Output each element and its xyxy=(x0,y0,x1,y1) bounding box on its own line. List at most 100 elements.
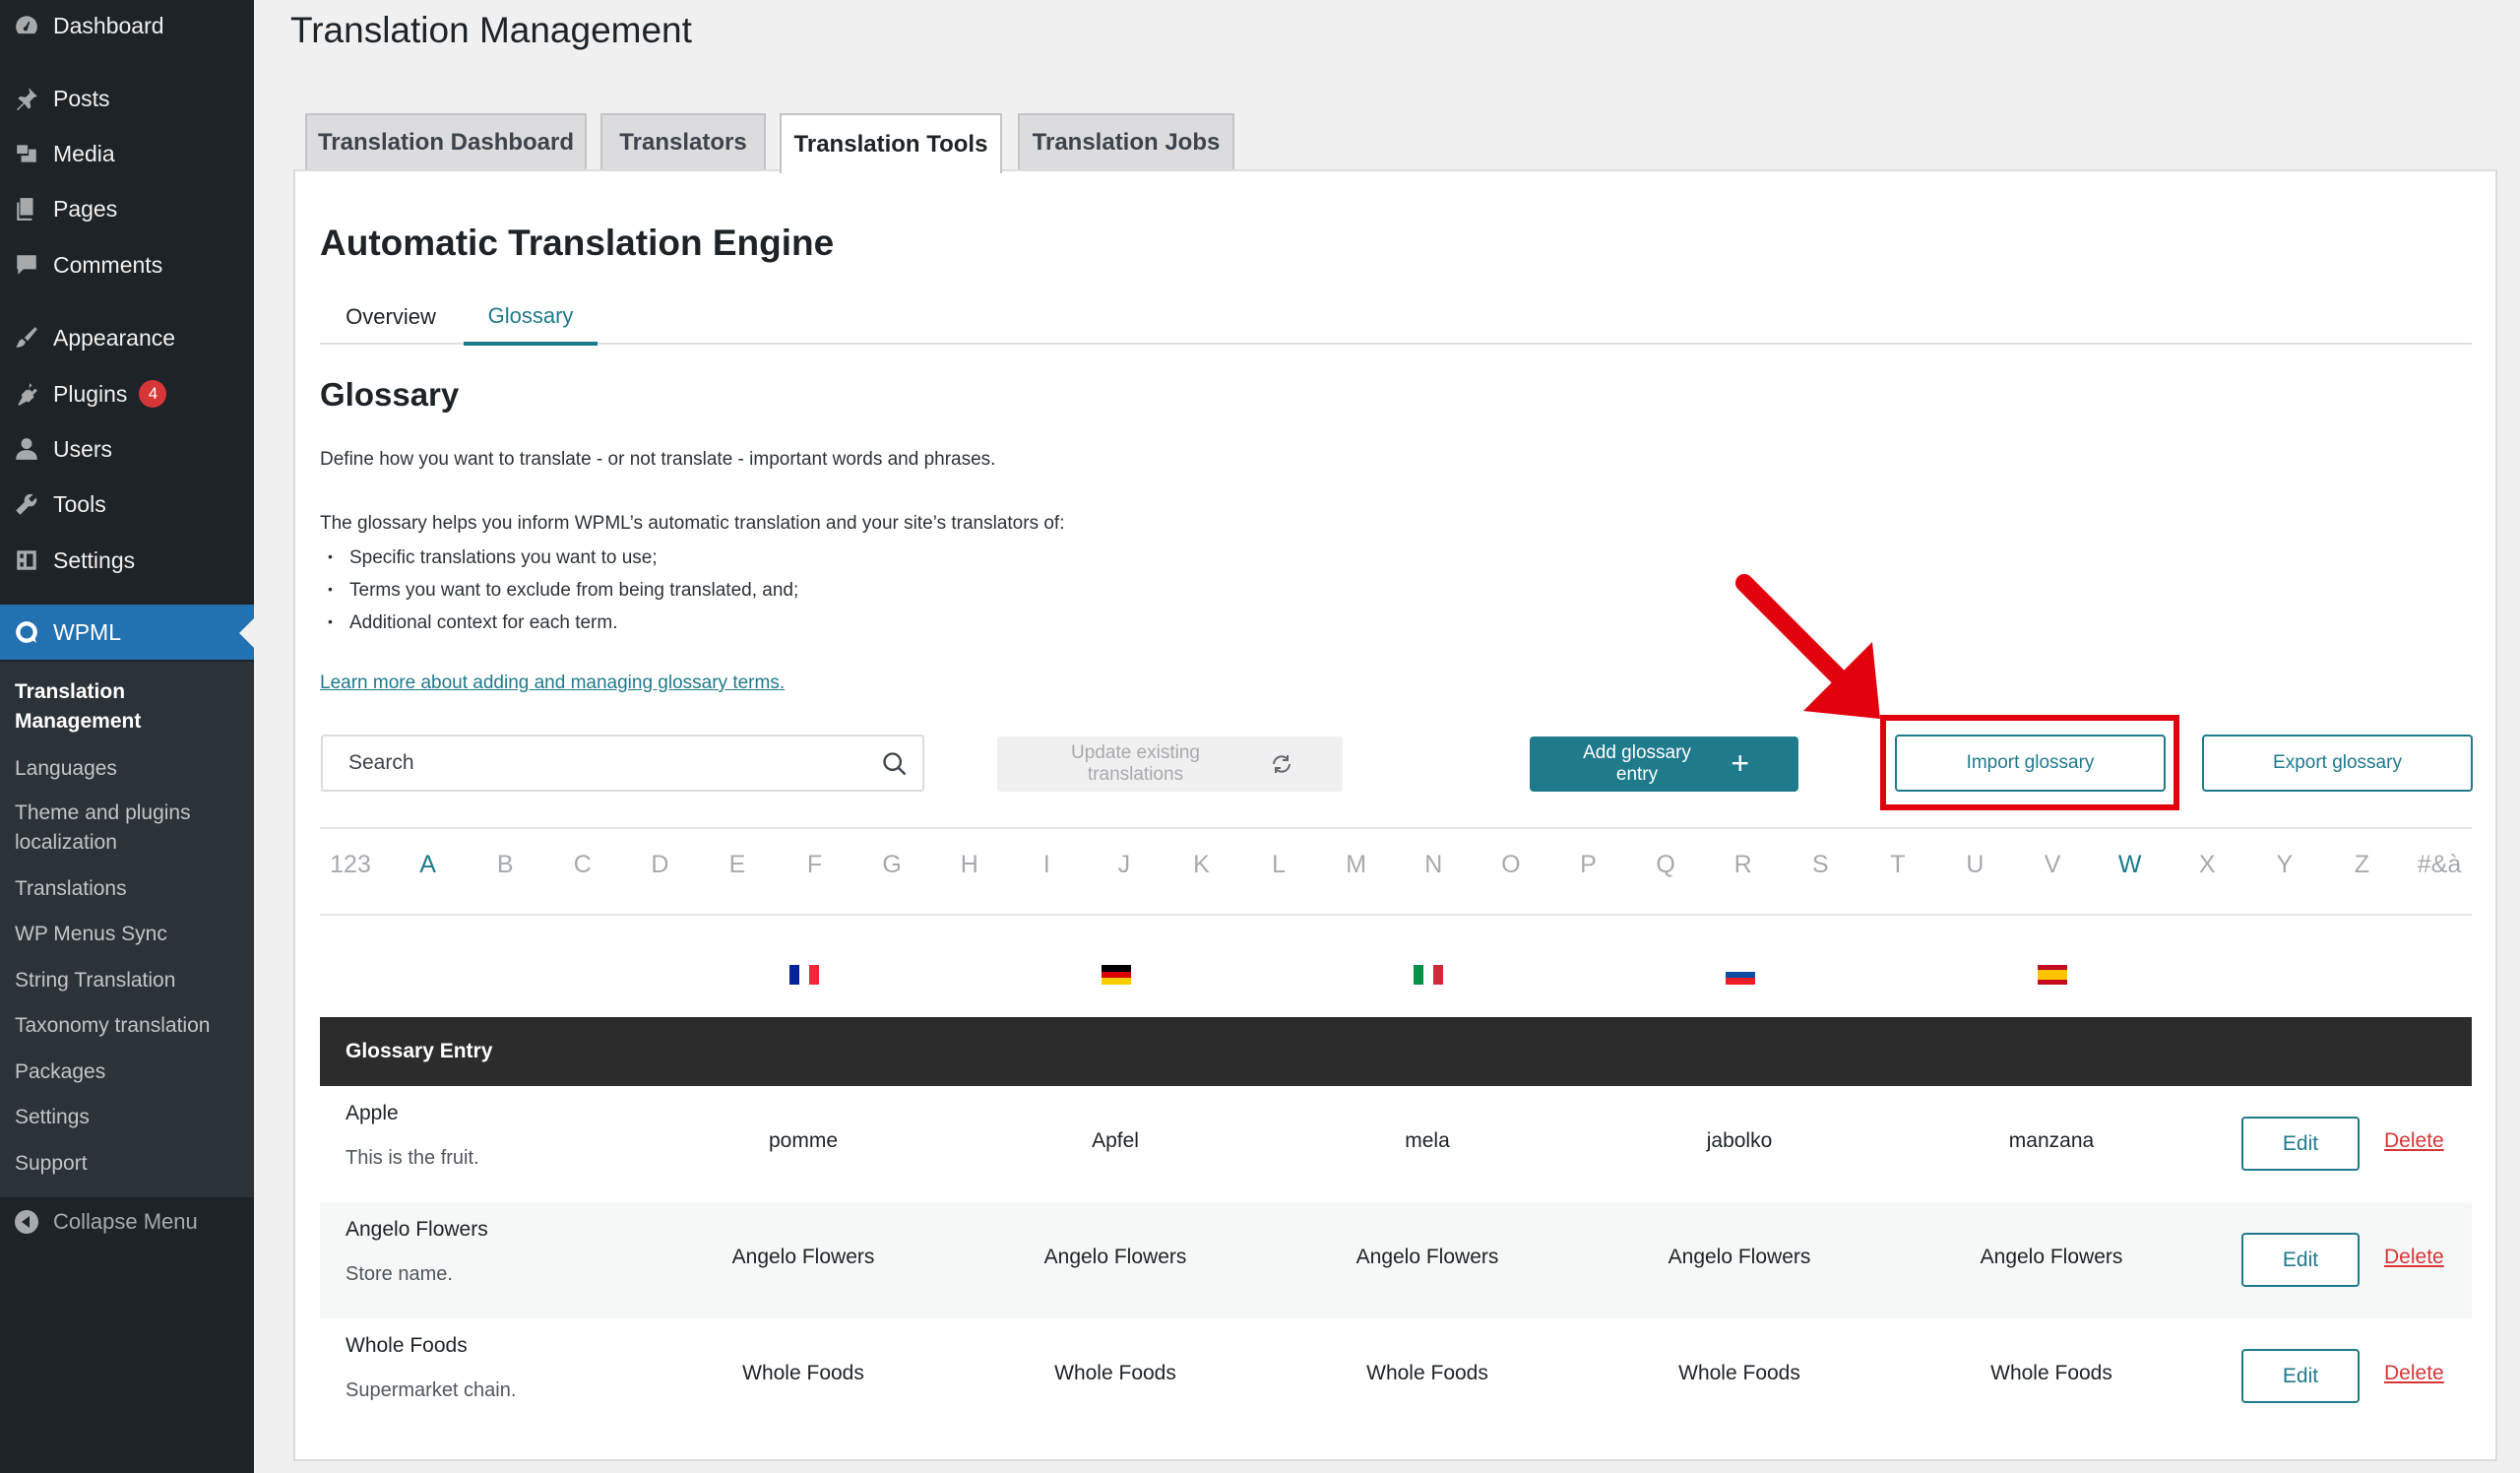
glossary-term: Angelo Flowers xyxy=(346,1218,488,1241)
submenu-wp-menus-sync[interactable]: WP Menus Sync xyxy=(15,920,246,949)
red-arrow-annotation xyxy=(1735,574,1880,719)
refresh-icon xyxy=(1273,755,1291,773)
menu-item-pages[interactable]: Pages xyxy=(0,185,254,232)
submenu-string-translation[interactable]: String Translation xyxy=(15,966,246,995)
menu-item-media[interactable]: Media xyxy=(0,130,254,177)
alphabet-letter-f[interactable]: F xyxy=(807,851,822,879)
update-label: Update existing translations xyxy=(1071,742,1200,785)
alphabet-letter-c[interactable]: C xyxy=(574,851,592,879)
tab-translation-jobs[interactable]: Translation Jobs xyxy=(1018,113,1234,170)
submenu-taxonomy-translation[interactable]: Taxonomy translation xyxy=(15,1011,246,1041)
brush-icon xyxy=(0,325,53,351)
slovak-flag xyxy=(1726,965,1755,986)
alphabet-letter-o[interactable]: O xyxy=(1501,851,1520,879)
collapse-label: Collapse Menu xyxy=(53,1209,198,1234)
search-input[interactable]: Search xyxy=(321,735,924,792)
alphabet-letter-t[interactable]: T xyxy=(1890,851,1905,879)
export-glossary-button[interactable]: Export glossary xyxy=(2202,735,2473,792)
delete-link[interactable]: Delete xyxy=(2384,1129,2444,1153)
wpml-submenu: Translation Management Languages Theme a… xyxy=(0,662,254,1197)
translation-cell: Whole Foods xyxy=(1054,1362,1176,1384)
alphabet-letter-v[interactable]: V xyxy=(2045,851,2061,879)
alphabet-letter-k[interactable]: K xyxy=(1193,851,1210,879)
menu-item-dashboard[interactable]: Dashboard xyxy=(0,2,254,49)
wpml-icon xyxy=(0,619,53,645)
subtab-glossary[interactable]: Glossary xyxy=(464,289,598,346)
menu-item-appearance[interactable]: Appearance xyxy=(0,314,254,361)
menu-item-comments[interactable]: Comments xyxy=(0,241,254,288)
alphabet-letter-e[interactable]: E xyxy=(729,851,746,879)
table-header: Glossary Entry xyxy=(320,1017,2472,1086)
pages-icon xyxy=(0,196,53,222)
alphabet-letter-g[interactable]: G xyxy=(882,851,901,879)
highlight-box-annotation xyxy=(1880,715,2179,810)
alphabet-letter-d[interactable]: D xyxy=(651,851,668,879)
translation-cell: manzana xyxy=(2008,1129,2095,1152)
tab-translators[interactable]: Translators xyxy=(600,113,766,170)
alphabet-letter-m[interactable]: M xyxy=(1346,851,1366,879)
alphabet-letter-p[interactable]: P xyxy=(1580,851,1597,879)
user-icon xyxy=(0,436,53,462)
translation-cell: Whole Foods xyxy=(1366,1362,1488,1384)
alphabet-letter-symbols[interactable]: #&à xyxy=(2418,851,2461,879)
alphabet-filter: 123 A B C D E F G H I J K L M N O P Q R S T U V W X Y Z #&à xyxy=(320,827,2472,916)
subtab-overview[interactable]: Overview xyxy=(320,289,462,345)
submenu-packages[interactable]: Packages xyxy=(15,1057,246,1087)
menu-item-wpml[interactable]: WPML xyxy=(0,605,254,660)
alphabet-letter-r[interactable]: R xyxy=(1734,851,1752,879)
alphabet-letter-j[interactable]: J xyxy=(1118,851,1131,879)
translation-cell: Angelo Flowers xyxy=(1668,1246,1811,1268)
submenu-translations[interactable]: Translations xyxy=(15,874,246,904)
delete-link[interactable]: Delete xyxy=(2384,1362,2444,1385)
alphabet-letter-u[interactable]: U xyxy=(1966,851,1984,879)
plugins-update-badge: 4 xyxy=(139,380,167,408)
current-menu-arrow xyxy=(239,618,254,648)
search-placeholder: Search xyxy=(348,751,414,774)
alphabet-letter-w[interactable]: W xyxy=(2118,851,2142,879)
glossary-term: Whole Foods xyxy=(346,1334,468,1357)
translation-cell: Angelo Flowers xyxy=(1043,1246,1187,1268)
update-existing-translations-button[interactable]: Update existing translations xyxy=(997,736,1343,792)
edit-button[interactable]: Edit xyxy=(2241,1349,2360,1403)
menu-item-plugins[interactable]: Plugins 4 xyxy=(0,370,254,417)
tab-translation-tools[interactable]: Translation Tools xyxy=(780,113,1002,173)
alphabet-letter-z[interactable]: Z xyxy=(2355,851,2369,879)
table-row: Apple This is the fruit. pomme Apfel mela jab… xyxy=(320,1086,2472,1202)
glossary-helps-text: The glossary helps you inform WPML’s aut… xyxy=(320,513,1065,534)
alphabet-letter-s[interactable]: S xyxy=(1812,851,1829,879)
submenu-theme-plugins-localization[interactable]: Theme and plugins localization xyxy=(15,799,246,858)
edit-button[interactable]: Edit xyxy=(2241,1233,2360,1287)
submenu-settings[interactable]: Settings xyxy=(15,1103,246,1132)
alphabet-letter-a[interactable]: A xyxy=(419,851,436,879)
submenu-translation-management[interactable]: Translation Management xyxy=(15,677,246,736)
delete-link[interactable]: Delete xyxy=(2384,1246,2444,1269)
menu-label: Settings xyxy=(53,546,136,573)
translation-cell: jabolko xyxy=(1706,1129,1773,1152)
pin-icon xyxy=(0,86,53,111)
edit-button[interactable]: Edit xyxy=(2241,1117,2360,1171)
submenu-languages[interactable]: Languages xyxy=(15,754,246,784)
add-glossary-entry-button[interactable]: Add glossary entry + xyxy=(1530,736,1798,792)
alphabet-letter-x[interactable]: X xyxy=(2199,851,2216,879)
alphabet-letter-i[interactable]: I xyxy=(1043,851,1050,879)
alphabet-letter-q[interactable]: Q xyxy=(1656,851,1674,879)
menu-item-posts[interactable]: Posts xyxy=(0,75,254,122)
plugin-icon xyxy=(0,381,53,407)
glossary-term-description: Supermarket chain. xyxy=(346,1379,517,1401)
menu-item-users[interactable]: Users xyxy=(0,425,254,473)
german-flag xyxy=(1102,965,1131,986)
alphabet-letter-123[interactable]: 123 xyxy=(330,851,371,879)
alphabet-letter-l[interactable]: L xyxy=(1272,851,1286,879)
alphabet-letter-y[interactable]: Y xyxy=(2276,851,2293,879)
alphabet-letter-b[interactable]: B xyxy=(497,851,514,879)
submenu-support[interactable]: Support xyxy=(15,1149,246,1179)
alphabet-letter-h[interactable]: H xyxy=(961,851,978,879)
learn-more-link[interactable]: Learn more about adding and managing glo… xyxy=(320,672,785,694)
translation-cell: Whole Foods xyxy=(1678,1362,1800,1384)
alphabet-letter-n[interactable]: N xyxy=(1424,851,1442,879)
menu-item-tools[interactable]: Tools xyxy=(0,480,254,528)
tab-translation-dashboard[interactable]: Translation Dashboard xyxy=(305,113,587,170)
collapse-menu-button[interactable]: Collapse Menu xyxy=(0,1197,254,1247)
menu-item-settings[interactable]: Settings xyxy=(0,537,254,584)
menu-label: Comments xyxy=(53,251,163,278)
